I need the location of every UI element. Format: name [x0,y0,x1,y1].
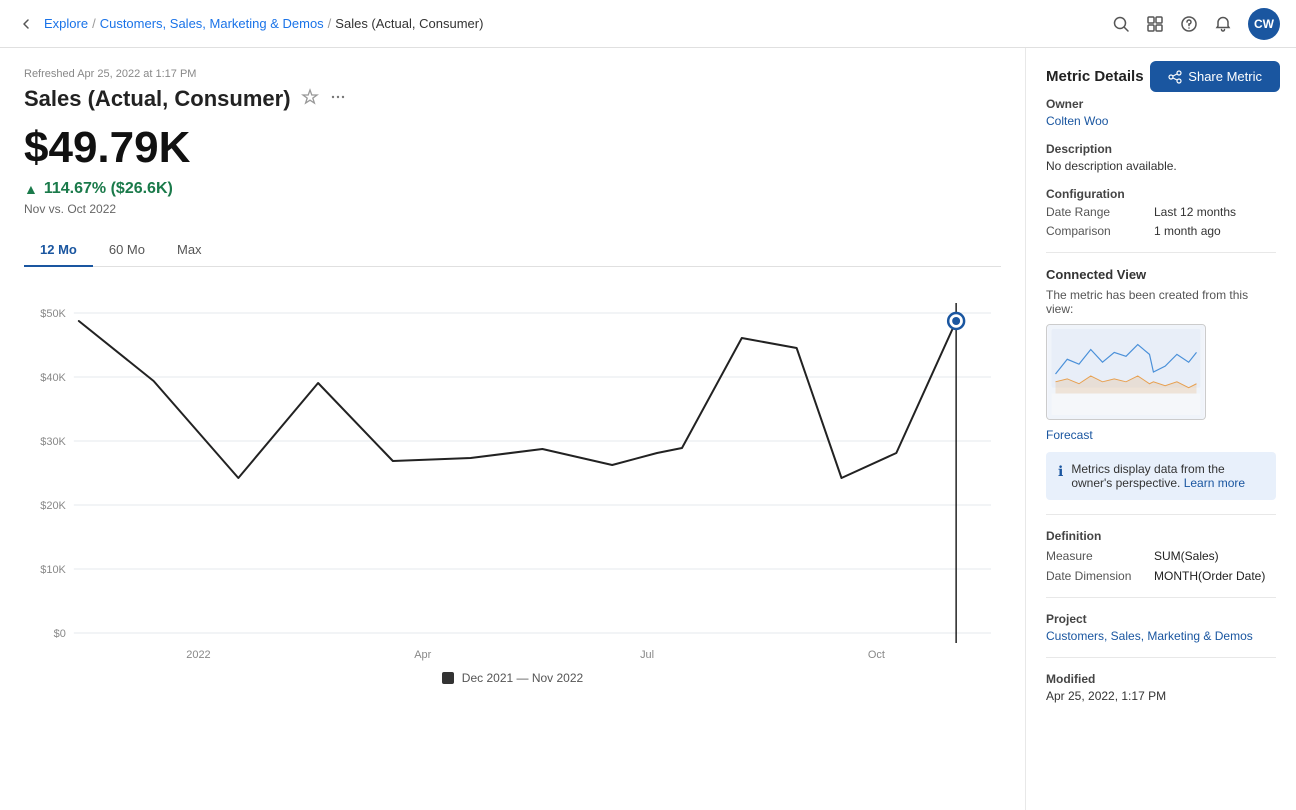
app-container: Explore / Customers, Sales, Marketing & … [0,0,1296,810]
tab-max[interactable]: Max [161,234,218,267]
left-panel: Share Metric Refreshed Apr 25, 2022 at 1… [0,48,1026,810]
connected-view-section: Connected View The metric has been creat… [1046,267,1276,500]
svg-text:$40K: $40K [40,372,66,384]
divider-4 [1046,657,1276,658]
configuration-label: Configuration [1046,187,1276,201]
svg-text:Jul: Jul [640,649,654,661]
connected-view-title: Connected View [1046,267,1276,282]
change-arrow-icon: ▲ [24,181,38,197]
project-value[interactable]: Customers, Sales, Marketing & Demos [1046,629,1276,643]
time-tabs: 12 Mo 60 Mo Max [24,234,1001,267]
change-value: 114.67% ($26.6K) [44,180,173,198]
metric-value: $49.79K [24,124,1001,172]
description-label: Description [1046,142,1276,156]
main-content: Share Metric Refreshed Apr 25, 2022 at 1… [0,48,1296,810]
svg-text:Oct: Oct [868,649,885,661]
comparison-label: Comparison [1046,224,1146,238]
info-icon: ℹ [1058,463,1063,490]
more-options-icon[interactable] [329,88,347,111]
description-value: No description available. [1046,159,1276,173]
avatar[interactable]: CW [1248,8,1280,40]
refresh-text: Refreshed Apr 25, 2022 at 1:17 PM [24,68,1001,80]
date-range-value: Last 12 months [1154,205,1276,219]
measure-value: SUM(Sales) [1154,549,1276,563]
svg-text:$10K: $10K [40,564,66,576]
definition-label: Definition [1046,529,1276,543]
date-dimension-label: Date Dimension [1046,569,1146,583]
date-dimension-value: MONTH(Order Date) [1154,569,1276,583]
description-field: Description No description available. [1046,142,1276,173]
svg-text:$30K: $30K [40,436,66,448]
legend-label: Dec 2021 — Nov 2022 [462,671,583,685]
measure-label: Measure [1046,549,1146,563]
bell-icon[interactable] [1214,15,1232,33]
metric-change: ▲ 114.67% ($26.6K) [24,180,1001,198]
info-box: ℹ Metrics display data from the owner's … [1046,452,1276,500]
svg-text:$50K: $50K [40,308,66,320]
modified-label: Modified [1046,672,1276,686]
nav-right: CW [1112,8,1280,40]
top-nav: Explore / Customers, Sales, Marketing & … [0,0,1296,48]
comparison-value: 1 month ago [1154,224,1276,238]
divider-1 [1046,252,1276,253]
owner-field: Owner Colten Woo [1046,97,1276,128]
view-thumbnail[interactable] [1046,324,1206,420]
divider-2 [1046,514,1276,515]
chart-svg: $50K $40K $30K $20K $10K $0 2022 Apr Jul… [24,283,1001,663]
connected-view-desc: The metric has been created from this vi… [1046,288,1276,316]
star-icon[interactable] [301,88,319,111]
metric-period: Nov vs. Oct 2022 [24,202,1001,216]
forecast-link[interactable]: Forecast [1046,428,1276,442]
chart-container: $50K $40K $30K $20K $10K $0 2022 Apr Jul… [24,283,1001,663]
breadcrumb-explore[interactable]: Explore [44,16,88,31]
configuration-section: Configuration Date Range Last 12 months … [1046,187,1276,238]
learn-more-link[interactable]: Learn more [1184,476,1245,490]
right-panel: Metric Details Owner Colten Woo Descript… [1026,48,1296,810]
modified-section: Modified Apr 25, 2022, 1:17 PM [1046,672,1276,703]
modified-value: Apr 25, 2022, 1:17 PM [1046,689,1276,703]
tab-60mo[interactable]: 60 Mo [93,234,161,267]
owner-label: Owner [1046,97,1276,111]
project-section: Project Customers, Sales, Marketing & De… [1046,612,1276,643]
date-range-label: Date Range [1046,205,1146,219]
metric-title: Sales (Actual, Consumer) [24,86,291,112]
breadcrumb-customers[interactable]: Customers, Sales, Marketing & Demos [100,16,324,31]
owner-value[interactable]: Colten Woo [1046,114,1276,128]
info-text: Metrics display data from the owner's pe… [1071,462,1264,490]
grid-icon[interactable] [1146,15,1164,33]
nav-left: Explore / Customers, Sales, Marketing & … [16,14,483,34]
svg-text:$20K: $20K [40,500,66,512]
legend-box [442,672,454,684]
project-label: Project [1046,612,1276,626]
search-icon[interactable] [1112,15,1130,33]
tab-12mo[interactable]: 12 Mo [24,234,93,267]
definition-section: Definition Measure SUM(Sales) Date Dimen… [1046,529,1276,583]
breadcrumb-current: Sales (Actual, Consumer) [335,16,483,31]
svg-text:Apr: Apr [414,649,431,661]
svg-text:2022: 2022 [186,649,210,661]
breadcrumb: Explore / Customers, Sales, Marketing & … [44,16,483,31]
svg-text:$0: $0 [54,628,66,640]
divider-3 [1046,597,1276,598]
back-button[interactable] [16,14,36,34]
metric-title-row: Sales (Actual, Consumer) [24,86,1001,112]
help-icon[interactable] [1180,15,1198,33]
chart-legend: Dec 2021 — Nov 2022 [24,671,1001,685]
